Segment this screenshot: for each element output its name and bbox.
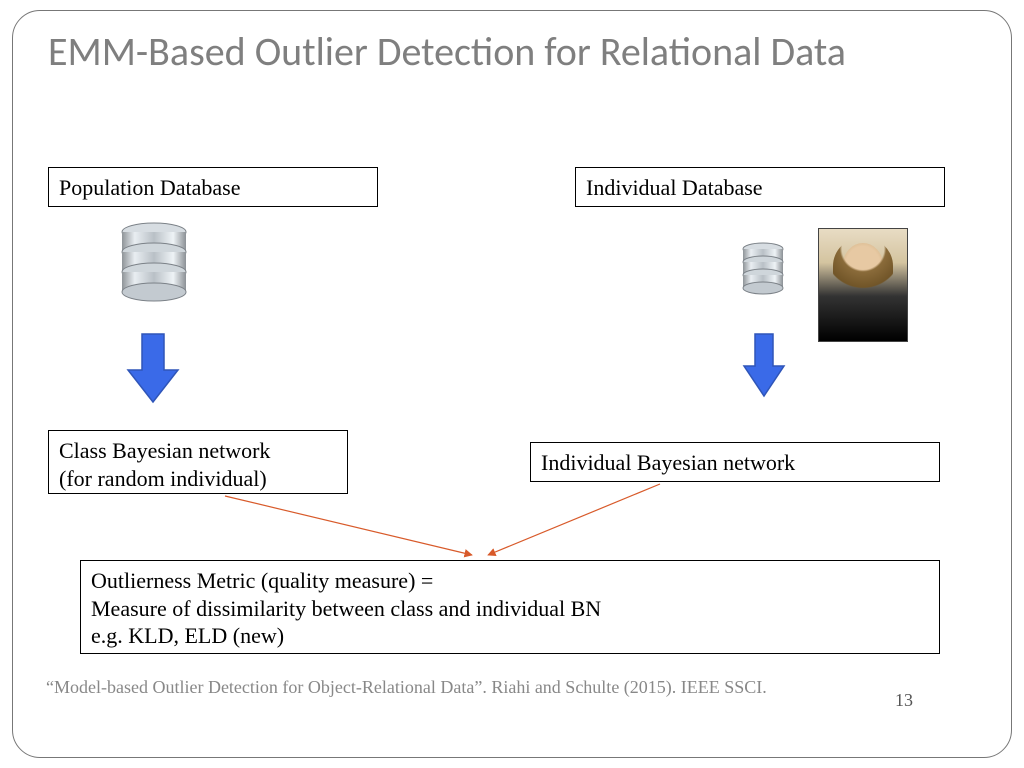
person-photo — [818, 228, 908, 342]
down-arrow-icon — [740, 330, 788, 400]
individual-db-box: Individual Database — [575, 167, 945, 207]
outlierness-metric-box: Outlierness Metric (quality measure) = M… — [80, 560, 940, 654]
page-number: 13 — [895, 690, 913, 711]
down-arrow-icon — [124, 330, 182, 406]
class-bn-line1: Class Bayesian network — [59, 438, 270, 463]
database-icon — [118, 222, 190, 304]
class-bn-line2: (for random individual) — [59, 466, 267, 491]
metric-line2: Measure of dissimilarity between class a… — [91, 596, 601, 621]
individual-bn-box: Individual Bayesian network — [530, 442, 940, 482]
slide-title: EMM-Based Outlier Detection for Relation… — [48, 28, 848, 76]
class-bn-box: Class Bayesian network (for random indiv… — [48, 430, 348, 494]
citation-footnote: “Model-based Outlier Detection for Objec… — [46, 677, 767, 698]
metric-line1: Outlierness Metric (quality measure) = — [91, 568, 433, 593]
database-icon — [740, 242, 786, 296]
metric-line3: e.g. KLD, ELD (new) — [91, 623, 284, 648]
population-db-box: Population Database — [48, 167, 378, 207]
